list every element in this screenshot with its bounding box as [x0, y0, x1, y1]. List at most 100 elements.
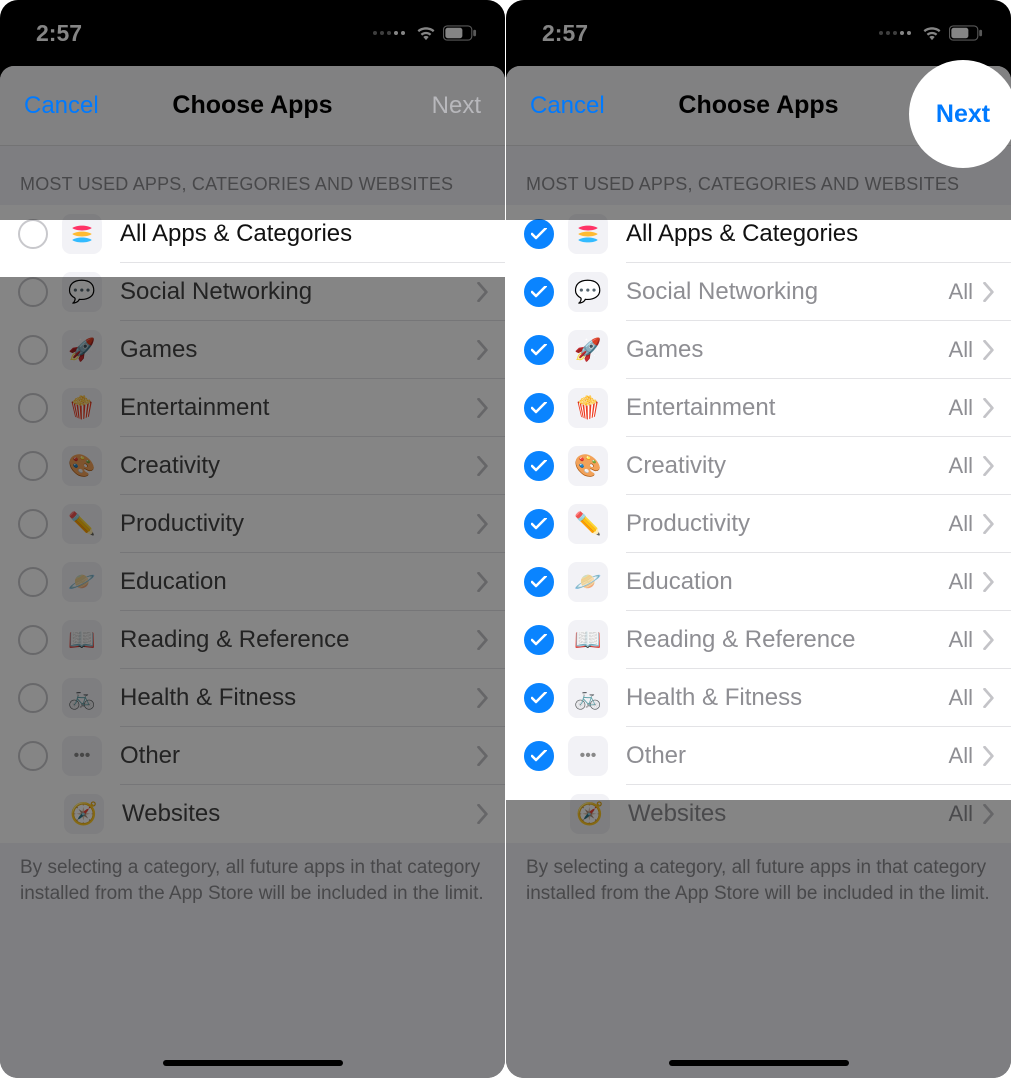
row-detail: All	[949, 801, 973, 827]
row-entertainment[interactable]: 🍿 Entertainment All	[506, 379, 1011, 437]
checkbox[interactable]	[524, 393, 554, 423]
health-icon: 🚲	[62, 678, 102, 718]
row-education[interactable]: 🪐 Education All	[506, 553, 1011, 611]
checkbox[interactable]	[524, 451, 554, 481]
row-label: Health & Fitness	[120, 684, 477, 712]
row-websites[interactable]: 🧭 Websites All	[506, 785, 1011, 843]
next-highlight[interactable]: Next	[909, 60, 1011, 168]
status-time: 2:57	[36, 20, 82, 47]
checkbox[interactable]	[18, 567, 48, 597]
row-detail: All	[949, 685, 973, 711]
games-icon: 🚀	[62, 330, 102, 370]
creativity-icon: 🎨	[568, 446, 608, 486]
footer-text: By selecting a category, all future apps…	[506, 843, 1011, 906]
checkbox[interactable]	[524, 509, 554, 539]
status-bar: 2:57	[506, 0, 1011, 66]
checkbox[interactable]	[18, 509, 48, 539]
chevron-right-icon	[983, 398, 995, 418]
chevron-right-icon	[477, 688, 489, 708]
row-all-apps[interactable]: All Apps & Categories	[0, 205, 505, 263]
home-indicator[interactable]	[669, 1060, 849, 1066]
cancel-button[interactable]: Cancel	[24, 92, 99, 120]
status-right	[373, 25, 477, 41]
checkbox-all[interactable]	[524, 219, 554, 249]
reading-icon: 📖	[568, 620, 608, 660]
chevron-right-icon	[983, 340, 995, 360]
row-label: Reading & Reference	[120, 626, 477, 654]
cellular-icon	[879, 31, 911, 35]
checkbox[interactable]	[524, 335, 554, 365]
cancel-button[interactable]: Cancel	[530, 92, 605, 120]
checkbox[interactable]	[18, 741, 48, 771]
social-icon: 💬	[62, 272, 102, 312]
row-label: Health & Fitness	[626, 684, 949, 712]
entertainment-icon: 🍿	[62, 388, 102, 428]
row-reading[interactable]: 📖 Reading & Reference All	[506, 611, 1011, 669]
row-education[interactable]: 🪐 Education	[0, 553, 505, 611]
checkbox[interactable]	[18, 277, 48, 307]
row-other[interactable]: ••• Other	[0, 727, 505, 785]
row-social[interactable]: 💬 Social Networking	[0, 263, 505, 321]
chevron-right-icon	[983, 746, 995, 766]
row-label: Social Networking	[120, 278, 477, 306]
cellular-icon	[373, 31, 405, 35]
row-label: Entertainment	[120, 394, 477, 422]
checkbox[interactable]	[524, 625, 554, 655]
chevron-right-icon	[477, 746, 489, 766]
checkbox[interactable]	[18, 683, 48, 713]
home-indicator[interactable]	[163, 1060, 343, 1066]
chevron-right-icon	[477, 456, 489, 476]
row-games[interactable]: 🚀 Games All	[506, 321, 1011, 379]
next-highlight-label: Next	[936, 100, 990, 129]
checkbox-all[interactable]	[18, 219, 48, 249]
checkbox[interactable]	[524, 741, 554, 771]
row-reading[interactable]: 📖 Reading & Reference	[0, 611, 505, 669]
row-label: Websites	[122, 800, 477, 828]
row-websites[interactable]: 🧭 Websites	[0, 785, 505, 843]
row-social[interactable]: 💬 Social Networking All	[506, 263, 1011, 321]
next-button[interactable]: Next	[432, 92, 481, 120]
status-time: 2:57	[542, 20, 588, 47]
chevron-right-icon	[983, 456, 995, 476]
row-health[interactable]: 🚲 Health & Fitness	[0, 669, 505, 727]
row-games[interactable]: 🚀 Games	[0, 321, 505, 379]
row-creativity[interactable]: 🎨 Creativity	[0, 437, 505, 495]
row-other[interactable]: ••• Other All	[506, 727, 1011, 785]
chevron-right-icon	[477, 630, 489, 650]
checkbox[interactable]	[18, 625, 48, 655]
chevron-right-icon	[477, 398, 489, 418]
checkbox[interactable]	[18, 335, 48, 365]
row-label: Entertainment	[626, 394, 949, 422]
websites-icon: 🧭	[570, 794, 610, 834]
sheet: Cancel Choose Apps Next MOST USED APPS, …	[506, 66, 1011, 1078]
health-icon: 🚲	[568, 678, 608, 718]
chevron-right-icon	[983, 630, 995, 650]
checkbox[interactable]	[524, 683, 554, 713]
section-header: MOST USED APPS, CATEGORIES AND WEBSITES	[0, 146, 505, 205]
row-productivity[interactable]: ✏️ Productivity All	[506, 495, 1011, 553]
education-icon: 🪐	[62, 562, 102, 602]
row-entertainment[interactable]: 🍿 Entertainment	[0, 379, 505, 437]
row-health[interactable]: 🚲 Health & Fitness All	[506, 669, 1011, 727]
row-detail: All	[949, 453, 973, 479]
row-creativity[interactable]: 🎨 Creativity All	[506, 437, 1011, 495]
checkbox[interactable]	[524, 277, 554, 307]
row-label: Games	[120, 336, 477, 364]
row-detail: All	[949, 743, 973, 769]
chevron-right-icon	[477, 572, 489, 592]
row-productivity[interactable]: ✏️ Productivity	[0, 495, 505, 553]
row-label: Games	[626, 336, 949, 364]
checkbox[interactable]	[18, 393, 48, 423]
nav-bar: Cancel Choose Apps Next	[0, 66, 505, 146]
row-label: All Apps & Categories	[120, 220, 489, 248]
phone-screenshot-left: 2:57 Cancel Choose Apps Next MOST USED A…	[0, 0, 505, 1078]
reading-icon: 📖	[62, 620, 102, 660]
checkbox[interactable]	[524, 567, 554, 597]
row-label: Other	[626, 742, 949, 770]
status-bar: 2:57	[0, 0, 505, 66]
row-label: Education	[120, 568, 477, 596]
wifi-icon	[415, 25, 437, 41]
checkbox[interactable]	[18, 451, 48, 481]
row-all-apps[interactable]: All Apps & Categories	[506, 205, 1011, 263]
category-list: All Apps & Categories 💬 Social Networkin…	[506, 205, 1011, 843]
